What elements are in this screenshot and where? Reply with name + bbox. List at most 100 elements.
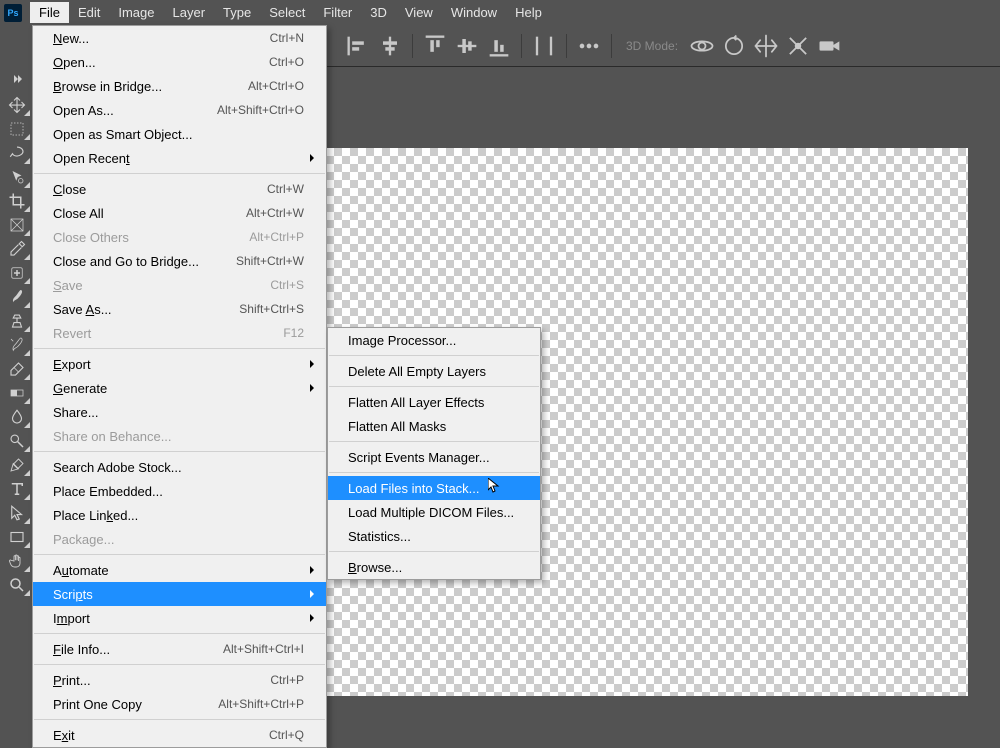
align-bottom-icon[interactable] [485, 32, 513, 60]
menu-item-load-files-into-stack[interactable]: Load Files into Stack... [328, 476, 540, 500]
zoom-tool[interactable] [3, 573, 31, 597]
divider [611, 34, 612, 58]
menu-separator [34, 348, 325, 349]
menu-shortcut: F12 [283, 326, 304, 340]
eyedropper-tool[interactable] [3, 237, 31, 261]
align-top-icon[interactable] [421, 32, 449, 60]
menu-item-file-info[interactable]: File Info...Alt+Shift+Ctrl+I [33, 637, 326, 661]
menu-item-flatten-all-masks[interactable]: Flatten All Masks [328, 414, 540, 438]
menu-edit[interactable]: Edit [69, 2, 109, 23]
menu-select[interactable]: Select [260, 2, 314, 23]
menu-item-revert: RevertF12 [33, 321, 326, 345]
clone-stamp-tool[interactable] [3, 309, 31, 333]
align-left-icon[interactable] [344, 32, 372, 60]
eraser-tool[interactable] [3, 357, 31, 381]
quick-select-tool[interactable] [3, 165, 31, 189]
menu-item-flatten-all-layer-effects[interactable]: Flatten All Layer Effects [328, 390, 540, 414]
path-select-tool[interactable] [3, 501, 31, 525]
menu-item-export[interactable]: Export [33, 352, 326, 376]
rectangle-tool[interactable] [3, 525, 31, 549]
menu-filter[interactable]: Filter [314, 2, 361, 23]
blur-tool[interactable] [3, 405, 31, 429]
menu-shortcut: Alt+Shift+Ctrl+I [223, 642, 304, 656]
align-middle-icon[interactable] [453, 32, 481, 60]
distribute-icon[interactable] [530, 32, 558, 60]
expand-handle-icon[interactable] [11, 73, 23, 85]
tool-panel [0, 25, 34, 698]
camera-icon[interactable] [816, 32, 844, 60]
menu-type[interactable]: Type [214, 2, 260, 23]
slide-icon[interactable] [784, 32, 812, 60]
menu-separator [34, 554, 325, 555]
align-center-h-icon[interactable] [376, 32, 404, 60]
frame-tool[interactable] [3, 213, 31, 237]
menu-shortcut: Alt+Ctrl+P [249, 230, 304, 244]
menu-item-close-and-go-to-bridge[interactable]: Close and Go to Bridge...Shift+Ctrl+W [33, 249, 326, 273]
menu-item-open[interactable]: Open...Ctrl+O [33, 50, 326, 74]
rotate-icon[interactable] [720, 32, 748, 60]
menu-item-label: Close and Go to Bridge... [53, 254, 236, 269]
pen-tool[interactable] [3, 453, 31, 477]
more-icon[interactable] [575, 32, 603, 60]
menu-help[interactable]: Help [506, 2, 551, 23]
menu-item-exit[interactable]: ExitCtrl+Q [33, 723, 326, 747]
history-brush-tool[interactable] [3, 333, 31, 357]
menu-item-label: Close Others [53, 230, 249, 245]
spot-heal-tool[interactable] [3, 261, 31, 285]
menu-item-automate[interactable]: Automate [33, 558, 326, 582]
menu-item-new[interactable]: New...Ctrl+N [33, 26, 326, 50]
menu-item-delete-all-empty-layers[interactable]: Delete All Empty Layers [328, 359, 540, 383]
menu-shortcut: Shift+Ctrl+S [239, 302, 304, 316]
menu-item-place-embedded[interactable]: Place Embedded... [33, 479, 326, 503]
menu-item-scripts[interactable]: Scripts [33, 582, 326, 606]
menu-shortcut: Alt+Shift+Ctrl+O [217, 103, 304, 117]
menu-window[interactable]: Window [442, 2, 506, 23]
pan-icon[interactable] [752, 32, 780, 60]
menu-item-close-all[interactable]: Close AllAlt+Ctrl+W [33, 201, 326, 225]
menu-item-script-events-manager[interactable]: Script Events Manager... [328, 445, 540, 469]
menu-shortcut: Ctrl+W [267, 182, 304, 196]
divider [412, 34, 413, 58]
menu-item-browse[interactable]: Browse... [328, 555, 540, 579]
menu-item-print-one-copy[interactable]: Print One CopyAlt+Shift+Ctrl+P [33, 692, 326, 716]
menu-item-close[interactable]: CloseCtrl+W [33, 177, 326, 201]
menu-item-open-recent[interactable]: Open Recent [33, 146, 326, 170]
menu-item-label: Browse... [348, 560, 518, 575]
orbit-icon[interactable] [688, 32, 716, 60]
crop-tool[interactable] [3, 189, 31, 213]
menu-item-generate[interactable]: Generate [33, 376, 326, 400]
menu-item-open-as-smart-object[interactable]: Open as Smart Object... [33, 122, 326, 146]
menu-item-place-linked[interactable]: Place Linked... [33, 503, 326, 527]
menu-item-import[interactable]: Import [33, 606, 326, 630]
menu-item-share[interactable]: Share... [33, 400, 326, 424]
menu-item-browse-in-bridge[interactable]: Browse in Bridge...Alt+Ctrl+O [33, 74, 326, 98]
menu-item-label: Automate [53, 563, 304, 578]
menu-item-statistics[interactable]: Statistics... [328, 524, 540, 548]
menu-view[interactable]: View [396, 2, 442, 23]
hand-tool[interactable] [3, 549, 31, 573]
menu-item-save-as[interactable]: Save As...Shift+Ctrl+S [33, 297, 326, 321]
menu-3d[interactable]: 3D [361, 2, 396, 23]
menu-item-label: Package... [53, 532, 304, 547]
dodge-tool[interactable] [3, 429, 31, 453]
menu-item-image-processor[interactable]: Image Processor... [328, 328, 540, 352]
menu-separator [329, 355, 539, 356]
menu-item-search-adobe-stock[interactable]: Search Adobe Stock... [33, 455, 326, 479]
submenu-arrow-icon [310, 384, 318, 392]
menu-item-load-multiple-dicom-files[interactable]: Load Multiple DICOM Files... [328, 500, 540, 524]
divider [521, 34, 522, 58]
menu-file[interactable]: File [30, 2, 69, 23]
menu-item-open-as[interactable]: Open As...Alt+Shift+Ctrl+O [33, 98, 326, 122]
type-tool[interactable] [3, 477, 31, 501]
menu-layer[interactable]: Layer [164, 2, 215, 23]
menu-image[interactable]: Image [109, 2, 163, 23]
gradient-tool[interactable] [3, 381, 31, 405]
marquee-tool[interactable] [3, 117, 31, 141]
menu-item-label: Save As... [53, 302, 239, 317]
menu-item-label: Load Multiple DICOM Files... [348, 505, 518, 520]
menu-item-label: Image Processor... [348, 333, 518, 348]
lasso-tool[interactable] [3, 141, 31, 165]
menu-item-print[interactable]: Print...Ctrl+P [33, 668, 326, 692]
brush-tool[interactable] [3, 285, 31, 309]
move-tool[interactable] [3, 93, 31, 117]
